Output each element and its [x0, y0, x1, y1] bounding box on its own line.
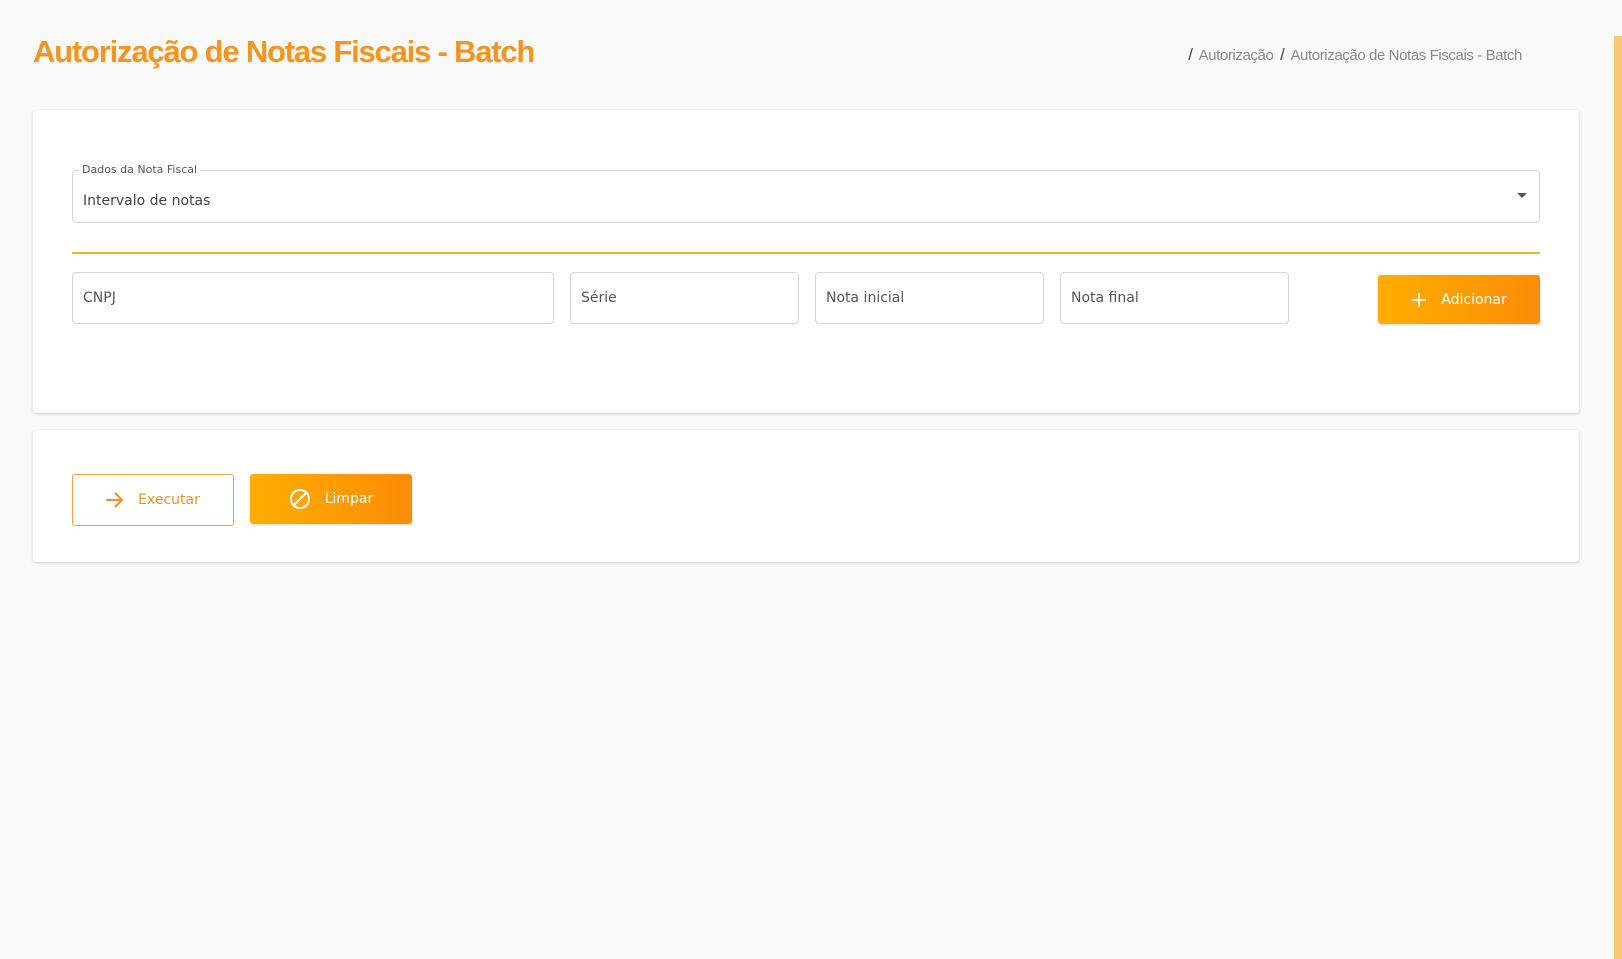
- clear-button-label: Limpar: [324, 491, 374, 507]
- add-button-label: Adicionar: [1441, 291, 1507, 308]
- execute-button-label: Executar: [138, 492, 200, 508]
- select-legend: Dados da Nota Fiscal: [79, 163, 201, 176]
- arrow-right-icon: [106, 492, 124, 508]
- dados-nota-fiscal-select[interactable]: Dados da Nota Fiscal Intervalo de notas: [72, 163, 1540, 223]
- actions-card: Executar Limpar: [33, 430, 1579, 562]
- breadcrumb-separator: /: [1188, 45, 1193, 64]
- form-card: Dados da Nota Fiscal Intervalo de notas …: [33, 110, 1579, 413]
- block-icon: [289, 488, 311, 510]
- nota-final-input[interactable]: [1060, 272, 1289, 324]
- execute-button[interactable]: Executar: [72, 474, 234, 526]
- breadcrumb-item-current: Autorização de Notas Fiscais - Batch: [1290, 47, 1522, 64]
- scrollbar-strip[interactable]: [1614, 36, 1622, 959]
- breadcrumb-item-autorizacao[interactable]: Autorização: [1199, 47, 1274, 64]
- clear-button[interactable]: Limpar: [250, 474, 412, 524]
- nota-inicial-input[interactable]: [815, 272, 1044, 324]
- cnpj-input[interactable]: [72, 272, 554, 324]
- breadcrumb: / Autorização / Autorização de Notas Fis…: [1185, 45, 1522, 65]
- plus-icon: [1411, 292, 1427, 308]
- caret-down-icon: [1517, 193, 1527, 198]
- section-divider: [72, 252, 1540, 254]
- add-button[interactable]: Adicionar: [1378, 275, 1540, 324]
- page-title: Autorização de Notas Fiscais - Batch: [33, 34, 535, 69]
- page: Autorização de Notas Fiscais - Batch / A…: [0, 0, 1622, 959]
- breadcrumb-separator: /: [1280, 45, 1285, 64]
- serie-input[interactable]: [570, 272, 799, 324]
- select-value: Intervalo de notas: [83, 193, 211, 209]
